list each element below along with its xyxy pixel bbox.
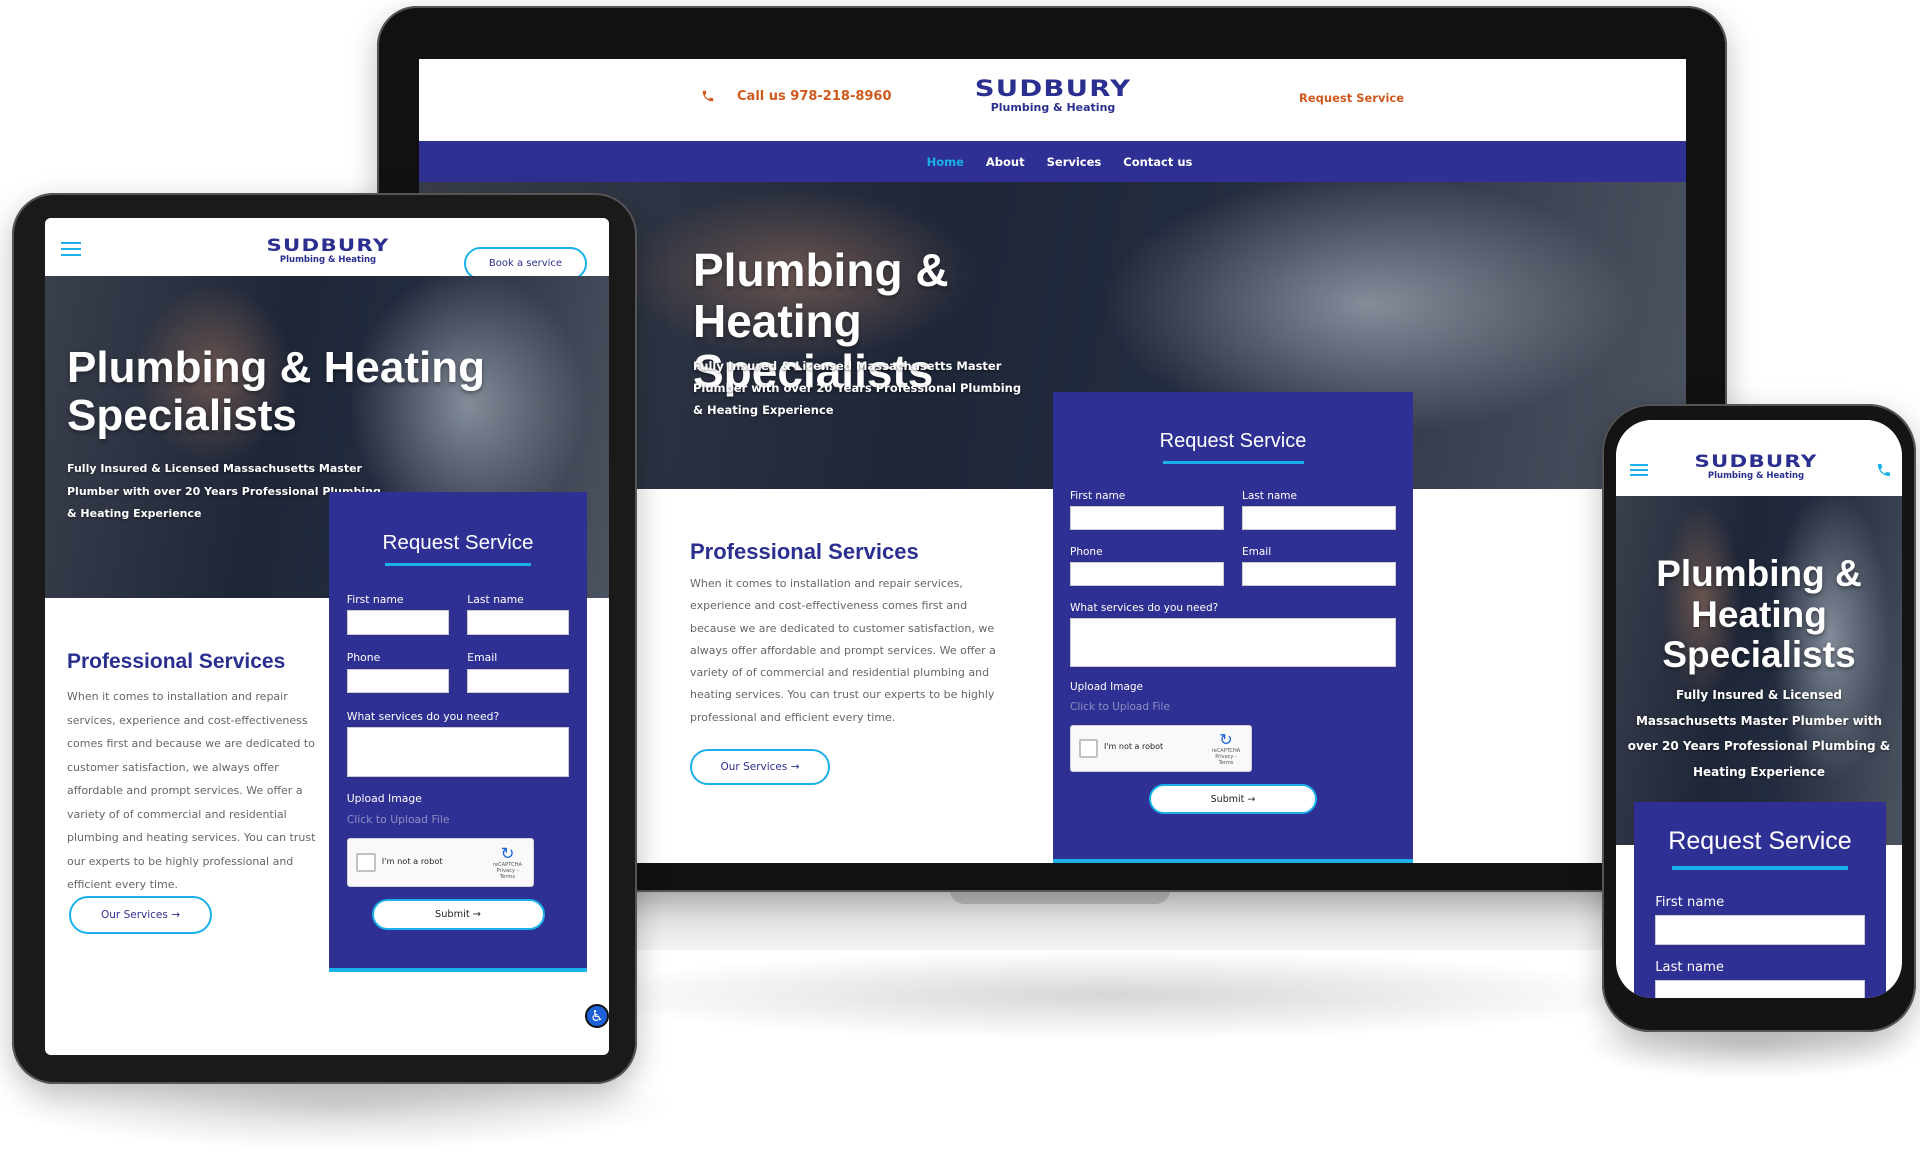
last-name-label: Last name bbox=[467, 593, 524, 607]
nav-home[interactable]: Home bbox=[927, 155, 964, 169]
request-service-form: Request Service First name Last name Pho… bbox=[329, 491, 587, 972]
first-name-input[interactable] bbox=[1070, 506, 1224, 530]
form-title: Request Service bbox=[1159, 430, 1307, 452]
hamburger-menu-icon[interactable] bbox=[1630, 464, 1648, 476]
phone-icon bbox=[702, 90, 714, 102]
recaptcha-widget: I'm not a robot ↻ reCAPTCHA Privacy - Term… bbox=[1070, 725, 1252, 772]
recaptcha-icon: ↻ bbox=[1219, 730, 1233, 749]
recaptcha-label: I'm not a robot bbox=[1104, 742, 1164, 751]
logo-sub: Plumbing & Heating bbox=[1707, 471, 1805, 481]
nav-contact[interactable]: Contact us bbox=[1123, 155, 1192, 169]
logo-sub: Plumbing & Heating bbox=[279, 255, 377, 265]
logo[interactable]: SUDBURY Plumbing & Heating bbox=[975, 79, 1130, 114]
request-service-form: Request Service First name Last name bbox=[1634, 802, 1886, 998]
phone-label: Phone bbox=[1070, 546, 1103, 558]
call-us-link[interactable]: Call us 978-218-8960 bbox=[737, 89, 892, 104]
tablet-screen: SUDBURY Plumbing & Heating Book a servic… bbox=[45, 218, 609, 1055]
phone-label: Phone bbox=[346, 651, 381, 665]
our-services-button[interactable]: Our Services → bbox=[690, 749, 830, 785]
hero-subtitle: Fully Insured & Licensed Massachusetts M… bbox=[1627, 688, 1891, 779]
hero-title: Plumbing & Heating Specialists bbox=[1656, 553, 1862, 676]
first-name-label: First name bbox=[1655, 894, 1725, 910]
first-name-input[interactable] bbox=[1655, 914, 1865, 945]
upload-file-link[interactable]: Click to Upload File bbox=[347, 813, 570, 826]
nav-services[interactable]: Services bbox=[1047, 155, 1102, 169]
first-name-input[interactable] bbox=[346, 610, 449, 635]
upload-label: Upload Image bbox=[1070, 681, 1144, 693]
accessibility-icon[interactable]: ♿ bbox=[585, 1004, 609, 1028]
phone-screen: SUDBURY Plumbing & Heating Plumbing & He… bbox=[1616, 420, 1902, 998]
email-label: Email bbox=[467, 651, 498, 665]
logo-main: SUDBURY bbox=[266, 236, 390, 256]
form-title: Request Service bbox=[1668, 827, 1852, 855]
submit-button[interactable]: Submit → bbox=[1149, 784, 1317, 814]
phone-icon[interactable] bbox=[1876, 462, 1892, 478]
upload-file-link[interactable]: Click to Upload File bbox=[1070, 701, 1396, 713]
email-label: Email bbox=[1242, 546, 1272, 558]
last-name-input[interactable] bbox=[467, 610, 570, 635]
services-heading: Professional Services bbox=[67, 650, 286, 673]
email-input[interactable] bbox=[1242, 562, 1396, 586]
logo-sub: Plumbing & Heating bbox=[990, 101, 1116, 114]
our-services-button[interactable]: Our Services → bbox=[69, 896, 212, 934]
services-heading: Professional Services bbox=[690, 539, 919, 564]
services-text: When it comes to installation and repair… bbox=[67, 690, 316, 891]
last-name-label: Last name bbox=[1242, 490, 1297, 502]
title-underline bbox=[1671, 866, 1849, 870]
services-text: When it comes to installation and repair… bbox=[690, 577, 996, 724]
recaptcha-checkbox[interactable] bbox=[1079, 739, 1098, 758]
services-textarea[interactable] bbox=[346, 726, 570, 778]
last-name-label: Last name bbox=[1655, 959, 1724, 975]
phone-input[interactable] bbox=[346, 668, 449, 694]
recaptcha-checkbox[interactable] bbox=[356, 852, 376, 873]
hamburger-menu-icon[interactable] bbox=[61, 242, 81, 256]
email-input[interactable] bbox=[467, 668, 570, 694]
main-nav: Home About Services Contact us bbox=[419, 141, 1686, 182]
hero-subtitle: Fully Insured & Licensed Massachusetts M… bbox=[693, 359, 1022, 417]
first-name-label: First name bbox=[1070, 490, 1126, 502]
recaptcha-icon: ↻ bbox=[500, 843, 515, 863]
recaptcha-widget: I'm not a robot ↻ reCAPTCHA Privacy - Term… bbox=[346, 838, 535, 887]
title-underline bbox=[1162, 461, 1304, 464]
recaptcha-links[interactable]: Privacy - Terms bbox=[1209, 754, 1243, 766]
form-title: Request Service bbox=[382, 531, 534, 555]
upload-label: Upload Image bbox=[346, 791, 422, 805]
submit-button[interactable]: Submit → bbox=[371, 899, 545, 930]
nav-about[interactable]: About bbox=[986, 155, 1025, 169]
services-textarea[interactable] bbox=[1070, 618, 1396, 667]
last-name-input[interactable] bbox=[1242, 506, 1396, 530]
logo-main: SUDBURY bbox=[974, 77, 1132, 102]
recaptcha-links[interactable]: Privacy - Terms bbox=[490, 868, 525, 880]
logo[interactable]: SUDBURY Plumbing & Heating bbox=[1694, 454, 1818, 481]
title-underline bbox=[385, 563, 531, 567]
first-name-label: First name bbox=[346, 593, 404, 607]
hero-title: Plumbing & Heating Specialists bbox=[67, 343, 485, 441]
services-label: What services do you need? bbox=[346, 709, 500, 723]
logo-main: SUDBURY bbox=[1694, 452, 1818, 472]
services-label: What services do you need? bbox=[1070, 602, 1219, 614]
request-service-link[interactable]: Request Service bbox=[1299, 91, 1404, 105]
recaptcha-label: I'm not a robot bbox=[381, 855, 443, 866]
last-name-input[interactable] bbox=[1655, 979, 1865, 998]
logo[interactable]: SUDBURY Plumbing & Heating bbox=[266, 238, 388, 265]
request-service-form: Request Service First name Last name Pho… bbox=[1053, 392, 1413, 863]
phone-input[interactable] bbox=[1070, 562, 1224, 586]
